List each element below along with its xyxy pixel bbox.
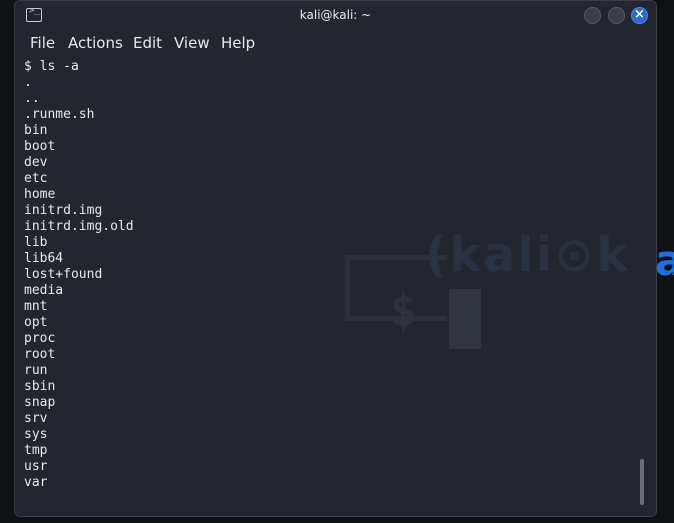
- menu-bar: File Actions Edit View Help: [15, 31, 656, 55]
- menu-view[interactable]: View: [174, 34, 210, 52]
- desktop-logo-letter: a: [655, 236, 674, 276]
- terminal-output-line: .runme.sh: [24, 107, 95, 122]
- menu-file[interactable]: File: [30, 34, 55, 52]
- minimize-button[interactable]: [584, 7, 601, 24]
- terminal-output-line: bin: [24, 123, 48, 138]
- terminal-output-line: ..: [24, 91, 40, 106]
- desktop-kali-logo-fragment: a: [655, 236, 674, 276]
- close-button[interactable]: ×: [631, 7, 648, 24]
- terminal-output-line: etc: [24, 171, 48, 186]
- terminal-output-line: boot: [24, 139, 56, 154]
- terminal-window: >_ kali@kali: ~ × File Actions Edit View…: [14, 0, 657, 517]
- terminal-output-line: sbin: [24, 379, 56, 394]
- terminal-output-line: initrd.img: [24, 203, 103, 218]
- terminal-output-line: lib: [24, 235, 48, 250]
- title-bar[interactable]: >_ kali@kali: ~ ×: [15, 1, 656, 31]
- terminal-command-line: $ ls -a: [24, 59, 79, 74]
- terminal-output-line: proc: [24, 331, 56, 346]
- terminal-output-line: .: [24, 75, 32, 90]
- terminal-output-line: run: [24, 363, 48, 378]
- maximize-button[interactable]: [608, 7, 625, 24]
- window-title: kali@kali: ~: [299, 8, 372, 22]
- terminal-output-line: opt: [24, 315, 48, 330]
- terminal-output-line: dev: [24, 155, 48, 170]
- terminal-output-line: home: [24, 187, 56, 202]
- terminal-output-line: snap: [24, 395, 56, 410]
- terminal-output-line: lost+found: [24, 267, 103, 282]
- terminal-output-line: mnt: [24, 299, 48, 314]
- vertical-scrollbar-thumb[interactable]: [640, 459, 644, 505]
- close-icon: ×: [634, 7, 645, 22]
- terminal-output-line: initrd.img.old: [24, 219, 134, 234]
- terminal-output-line: sys: [24, 427, 48, 442]
- terminal-output-line: srv: [24, 411, 48, 426]
- terminal-output-line: var: [24, 475, 48, 490]
- menu-help[interactable]: Help: [221, 34, 255, 52]
- wallpaper-prompt-glyph: $: [390, 285, 417, 336]
- terminal-output-line: media: [24, 283, 64, 298]
- wallpaper-cursor-block: [449, 289, 481, 349]
- wallpaper-kali-logo: (kali⊙k: [425, 227, 631, 283]
- menu-actions[interactable]: Actions: [68, 34, 123, 52]
- menu-edit[interactable]: Edit: [133, 34, 162, 52]
- terminal-output-line: tmp: [24, 443, 48, 458]
- terminal-output-line: lib64: [24, 251, 64, 266]
- terminal-output-line: root: [24, 347, 56, 362]
- terminal-output-line: usr: [24, 459, 48, 474]
- terminal-output-area[interactable]: (kali⊙k $ $ ls -a . .. .runme.sh bin boo…: [15, 57, 656, 516]
